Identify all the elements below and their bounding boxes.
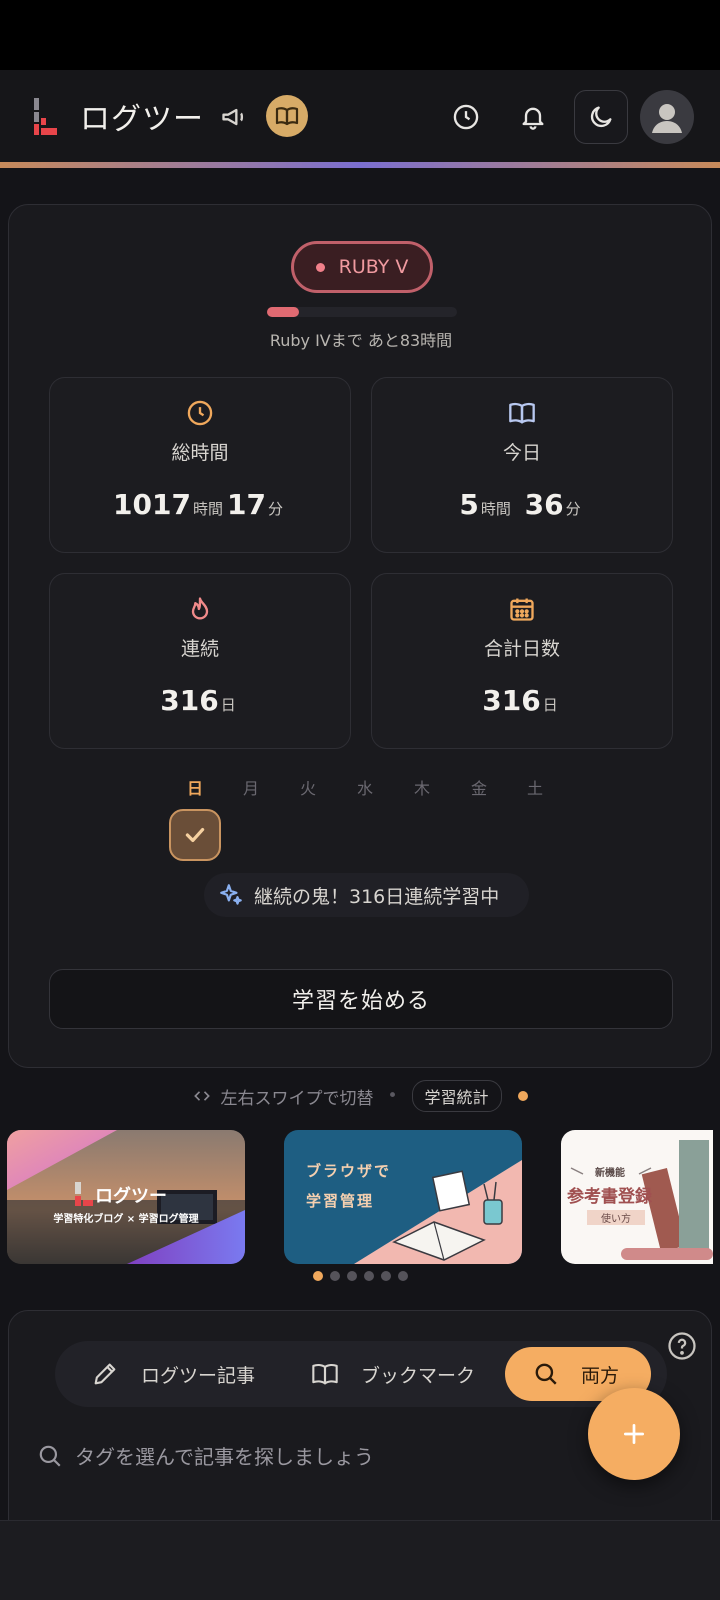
stats-chip[interactable]: 学習統計 xyxy=(411,1080,502,1112)
pagination-dot[interactable] xyxy=(397,1271,408,1281)
rank-progress-bar xyxy=(267,307,457,317)
stat-value: 5 時間 36 分 xyxy=(459,488,581,521)
book-open-icon xyxy=(312,1364,338,1385)
banner-browser[interactable]: ブラウザで 学習管理 xyxy=(284,1130,522,1264)
add-fab-button[interactable] xyxy=(588,1388,680,1480)
streak-message: 継続の鬼！316日連続学習中 xyxy=(204,873,529,917)
app-logo[interactable] xyxy=(30,98,60,136)
banner-logtwo[interactable]: ログツー 学習特化ブログ × 学習ログ管理 xyxy=(7,1130,245,1264)
separator-dot: • xyxy=(387,1086,398,1106)
weekday-label: 木 xyxy=(413,779,430,798)
stat-label: 今日 xyxy=(502,442,541,464)
rank-badge[interactable]: RUBY V xyxy=(291,241,433,293)
clock-icon xyxy=(453,104,479,130)
header-accent-line xyxy=(0,162,720,168)
weekday-label: 土 xyxy=(526,779,543,798)
help-icon[interactable] xyxy=(667,1331,697,1361)
book-badge[interactable] xyxy=(266,95,308,137)
rank-dot xyxy=(315,262,325,272)
banner-subtitle: 学習特化ブログ × 学習ログ管理 xyxy=(53,1214,199,1225)
user-icon xyxy=(652,104,682,133)
banner-tag: 新機能 xyxy=(595,1168,625,1179)
history-button[interactable] xyxy=(449,100,483,134)
tab-bookmarks[interactable]: ブックマーク xyxy=(311,1341,475,1407)
pagination-dot[interactable] xyxy=(380,1271,391,1281)
banner-reference-book[interactable]: 新機能 参考書登録 使い方 xyxy=(561,1130,713,1264)
swipe-hint-row: 左右スワイプで切替 • 学習統計 xyxy=(0,1080,720,1112)
book-open-icon xyxy=(509,402,535,424)
avatar[interactable] xyxy=(640,90,694,144)
stat-label: 合計日数 xyxy=(483,638,560,660)
weekly-streak-tracker: 日 月 火 水 木 金 土 xyxy=(159,775,559,865)
sparkles-icon xyxy=(220,884,242,905)
stat-label: 総時間 xyxy=(171,442,229,464)
status-bar xyxy=(0,0,720,70)
stat-value: 1017 時間 17 分 xyxy=(113,488,283,521)
pagination-dot[interactable] xyxy=(329,1271,340,1281)
banner-pagination xyxy=(0,1271,720,1283)
theme-toggle-button[interactable] xyxy=(574,90,628,144)
banner-title: ログツー xyxy=(95,1186,167,1207)
code-brackets-icon xyxy=(194,1091,211,1101)
indicator-dot xyxy=(517,1091,528,1101)
rank-progress-fill xyxy=(267,307,300,317)
stat-label: 連続 xyxy=(180,638,219,660)
study-summary-card: RUBY V Ruby IVまで あと83時間 総時間 1017 時間 17 分 今日… xyxy=(8,204,712,1068)
system-navigation-bar xyxy=(0,1520,720,1600)
tag-search-placeholder: タグを選んで記事を探しましょう xyxy=(75,1445,374,1469)
source-segmented-control: ログツー記事 ブックマーク 両方 xyxy=(55,1341,667,1407)
clock-icon xyxy=(187,400,213,426)
day-checked-box xyxy=(169,809,221,861)
pencil-icon xyxy=(94,1363,116,1385)
weekday-label: 月 xyxy=(242,779,259,798)
pagination-dot[interactable] xyxy=(312,1271,323,1281)
weekday-label: 水 xyxy=(356,779,373,798)
notifications-button[interactable] xyxy=(516,100,550,134)
check-icon xyxy=(185,827,205,843)
weekday-label: 金 xyxy=(470,779,487,798)
weekday-label: 日 xyxy=(186,779,203,798)
rank-next-text: Ruby IVまで あと83時間 xyxy=(269,331,453,350)
stat-total-days: 合計日数 316 日 xyxy=(371,573,673,749)
megaphone-icon[interactable] xyxy=(220,103,248,131)
app-header: ログツー xyxy=(0,70,720,164)
calendar-icon xyxy=(510,598,534,621)
stat-value: 316 日 xyxy=(482,684,558,717)
stat-today: 今日 5 時間 36 分 xyxy=(371,377,673,553)
search-icon xyxy=(39,1445,61,1467)
pagination-dot[interactable] xyxy=(363,1271,374,1281)
banner-title: 参考書登録 xyxy=(567,1187,652,1207)
tab-logtwo-articles[interactable]: ログツー記事 xyxy=(91,1341,255,1407)
stat-value: 316 日 xyxy=(160,684,236,717)
banner-line2: 学習管理 xyxy=(306,1192,375,1210)
plus-icon xyxy=(623,1423,645,1445)
moon-icon xyxy=(590,106,612,128)
banner-sub: 使い方 xyxy=(587,1210,645,1225)
start-study-button[interactable]: 学習を始める xyxy=(49,969,673,1029)
app-title: ログツー xyxy=(80,102,204,137)
flame-icon xyxy=(191,597,209,620)
search-icon xyxy=(535,1363,557,1385)
weekday-label: 火 xyxy=(299,779,316,798)
bell-icon xyxy=(522,107,544,130)
rank-name: RUBY V xyxy=(338,256,409,278)
book-open-icon xyxy=(275,107,299,126)
pagination-dot[interactable] xyxy=(346,1271,357,1281)
stat-streak: 連続 316 日 xyxy=(49,573,351,749)
swipe-hint: 左右スワイプで切替 xyxy=(220,1088,374,1109)
tag-search-field[interactable]: タグを選んで記事を探しましょう xyxy=(37,1441,374,1470)
stat-total-time: 総時間 1017 時間 17 分 xyxy=(49,377,351,553)
banner-line1: ブラウザで xyxy=(306,1162,392,1180)
